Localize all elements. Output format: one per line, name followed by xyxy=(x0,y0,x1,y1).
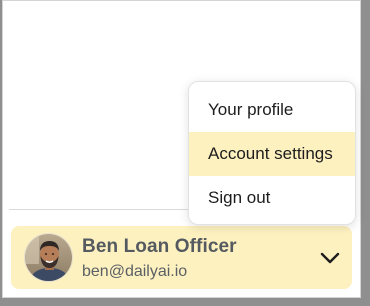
menu-item-account-settings[interactable]: Account settings xyxy=(189,132,355,176)
menu-item-your-profile[interactable]: Your profile xyxy=(189,88,355,132)
account-dropdown-menu: Your profile Account settings Sign out xyxy=(188,81,356,225)
user-photo-icon xyxy=(25,234,72,281)
user-account-button[interactable]: Ben Loan Officer ben@dailyai.io xyxy=(11,226,352,289)
chevron-down-icon[interactable] xyxy=(319,250,341,266)
app-window: Ben Loan Officer ben@dailyai.io Your pro… xyxy=(2,0,361,298)
user-email: ben@dailyai.io xyxy=(82,263,188,280)
menu-item-sign-out[interactable]: Sign out xyxy=(189,176,355,220)
avatar xyxy=(24,233,73,282)
user-name: Ben Loan Officer xyxy=(82,236,237,257)
